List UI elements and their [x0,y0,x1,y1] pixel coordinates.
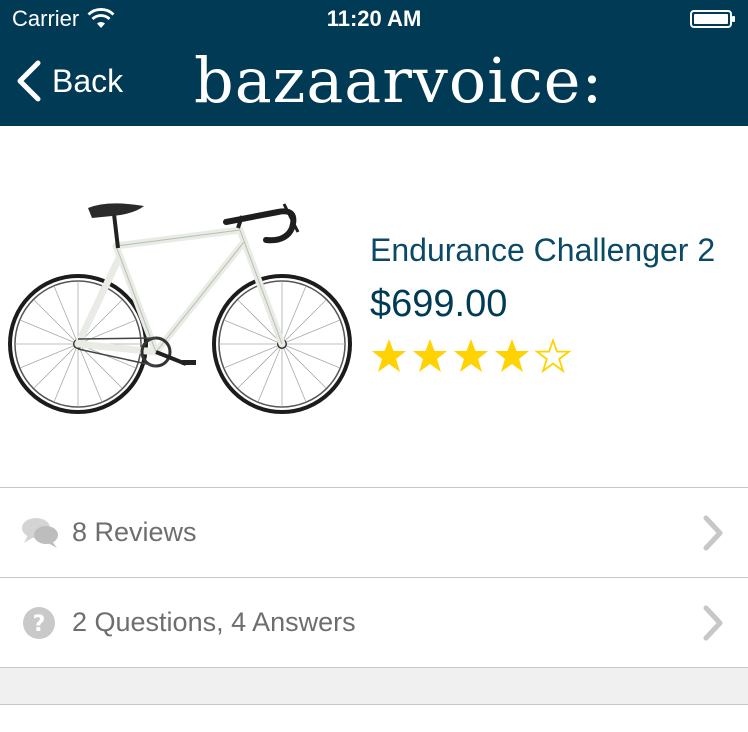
status-bar: Carrier 11:20 AM [0,0,748,40]
battery-icon [690,10,735,28]
reviews-row[interactable]: 8 Reviews [0,487,748,577]
brand-logo: bazaarvoice: [194,44,604,117]
navigation-bar: Back bazaarvoice: [0,40,748,126]
product-summary: Endurance Challenger 2 $699.00 [0,126,748,488]
back-button[interactable]: Back [14,58,123,104]
questions-label: 2 Questions, 4 Answers [72,607,356,637]
star-rating [370,338,740,374]
chat-bubbles-icon [22,517,58,548]
questions-row[interactable]: ? 2 Questions, 4 Answers [0,577,748,667]
star-filled-icon [454,339,488,372]
product-info: Endurance Challenger 2 $699.00 [370,232,740,374]
star-filled-icon [495,339,529,372]
chevron-right-icon [703,515,723,550]
chevron-right-icon [703,605,723,640]
star-filled-icon [372,339,406,372]
svg-text:?: ? [33,612,46,637]
product-name: Endurance Challenger 2 [370,232,716,268]
product-image [8,203,352,414]
app-header: Carrier 11:20 AM Back bazaarvoice: [0,0,748,126]
bike-frame [74,226,286,356]
question-circle-icon: ? [23,606,55,639]
reviews-label: 8 Reviews [72,517,197,547]
star-filled-icon [413,339,447,372]
handlebar [223,208,297,244]
chevron-left-icon [17,60,41,102]
section-separator [0,667,748,705]
star-empty-icon [534,338,572,374]
status-time: 11:20 AM [326,6,422,31]
back-label: Back [52,62,124,99]
product-price: $699.00 [370,283,508,325]
